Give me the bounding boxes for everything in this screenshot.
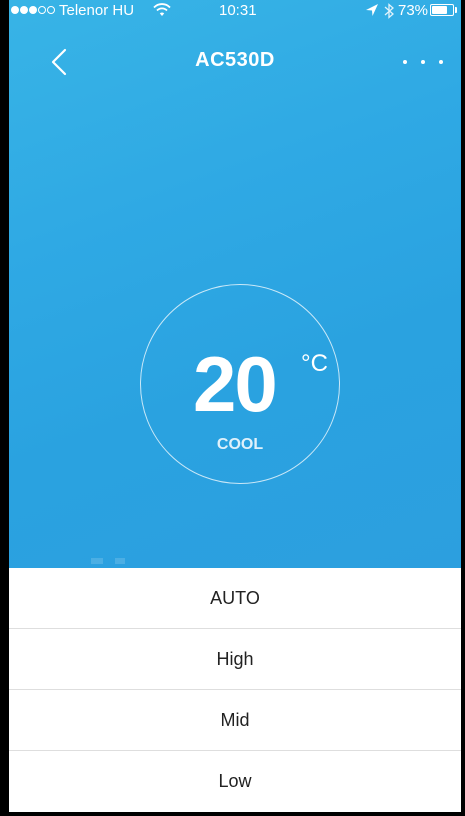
fan-option-high[interactable]: High: [9, 629, 461, 690]
more-dots-icon: [403, 60, 407, 64]
faded-icon-row: [91, 558, 125, 564]
fan-option-low[interactable]: Low: [9, 751, 461, 812]
status-time: 10:31: [219, 2, 257, 19]
temperature-value: 20: [193, 340, 278, 428]
mode-label: COOL: [216, 436, 264, 453]
signal-strength-icon: [11, 6, 55, 14]
phone-frame: Telenor HU 10:31 73% AC530D 20 °C COOL A…: [0, 0, 465, 816]
bluetooth-icon: [384, 3, 394, 19]
wifi-icon: [153, 3, 171, 16]
option-label: Mid: [220, 709, 250, 730]
page-title: AC530D: [195, 49, 275, 71]
battery-level-fill: [432, 6, 447, 14]
more-options-button[interactable]: [403, 52, 443, 72]
status-bar: Telenor HU 10:31 73%: [9, 0, 461, 22]
fan-option-mid[interactable]: Mid: [9, 690, 461, 751]
location-arrow-icon: [366, 4, 378, 16]
temperature-unit: °C: [301, 350, 328, 377]
battery-percent: 73%: [398, 2, 429, 19]
option-label: High: [216, 648, 254, 669]
carrier-name: Telenor HU: [59, 2, 135, 19]
fan-speed-menu: AUTO High Mid Low: [9, 568, 461, 812]
battery-icon: [430, 4, 454, 16]
fan-option-auto[interactable]: AUTO: [9, 568, 461, 629]
app-screen: Telenor HU 10:31 73% AC530D 20 °C COOL A…: [9, 0, 461, 812]
option-label: AUTO: [210, 587, 260, 608]
option-label: Low: [218, 771, 252, 791]
thermostat-panel: Telenor HU 10:31 73% AC530D 20 °C COOL: [9, 0, 461, 568]
battery-cap: [455, 7, 457, 13]
